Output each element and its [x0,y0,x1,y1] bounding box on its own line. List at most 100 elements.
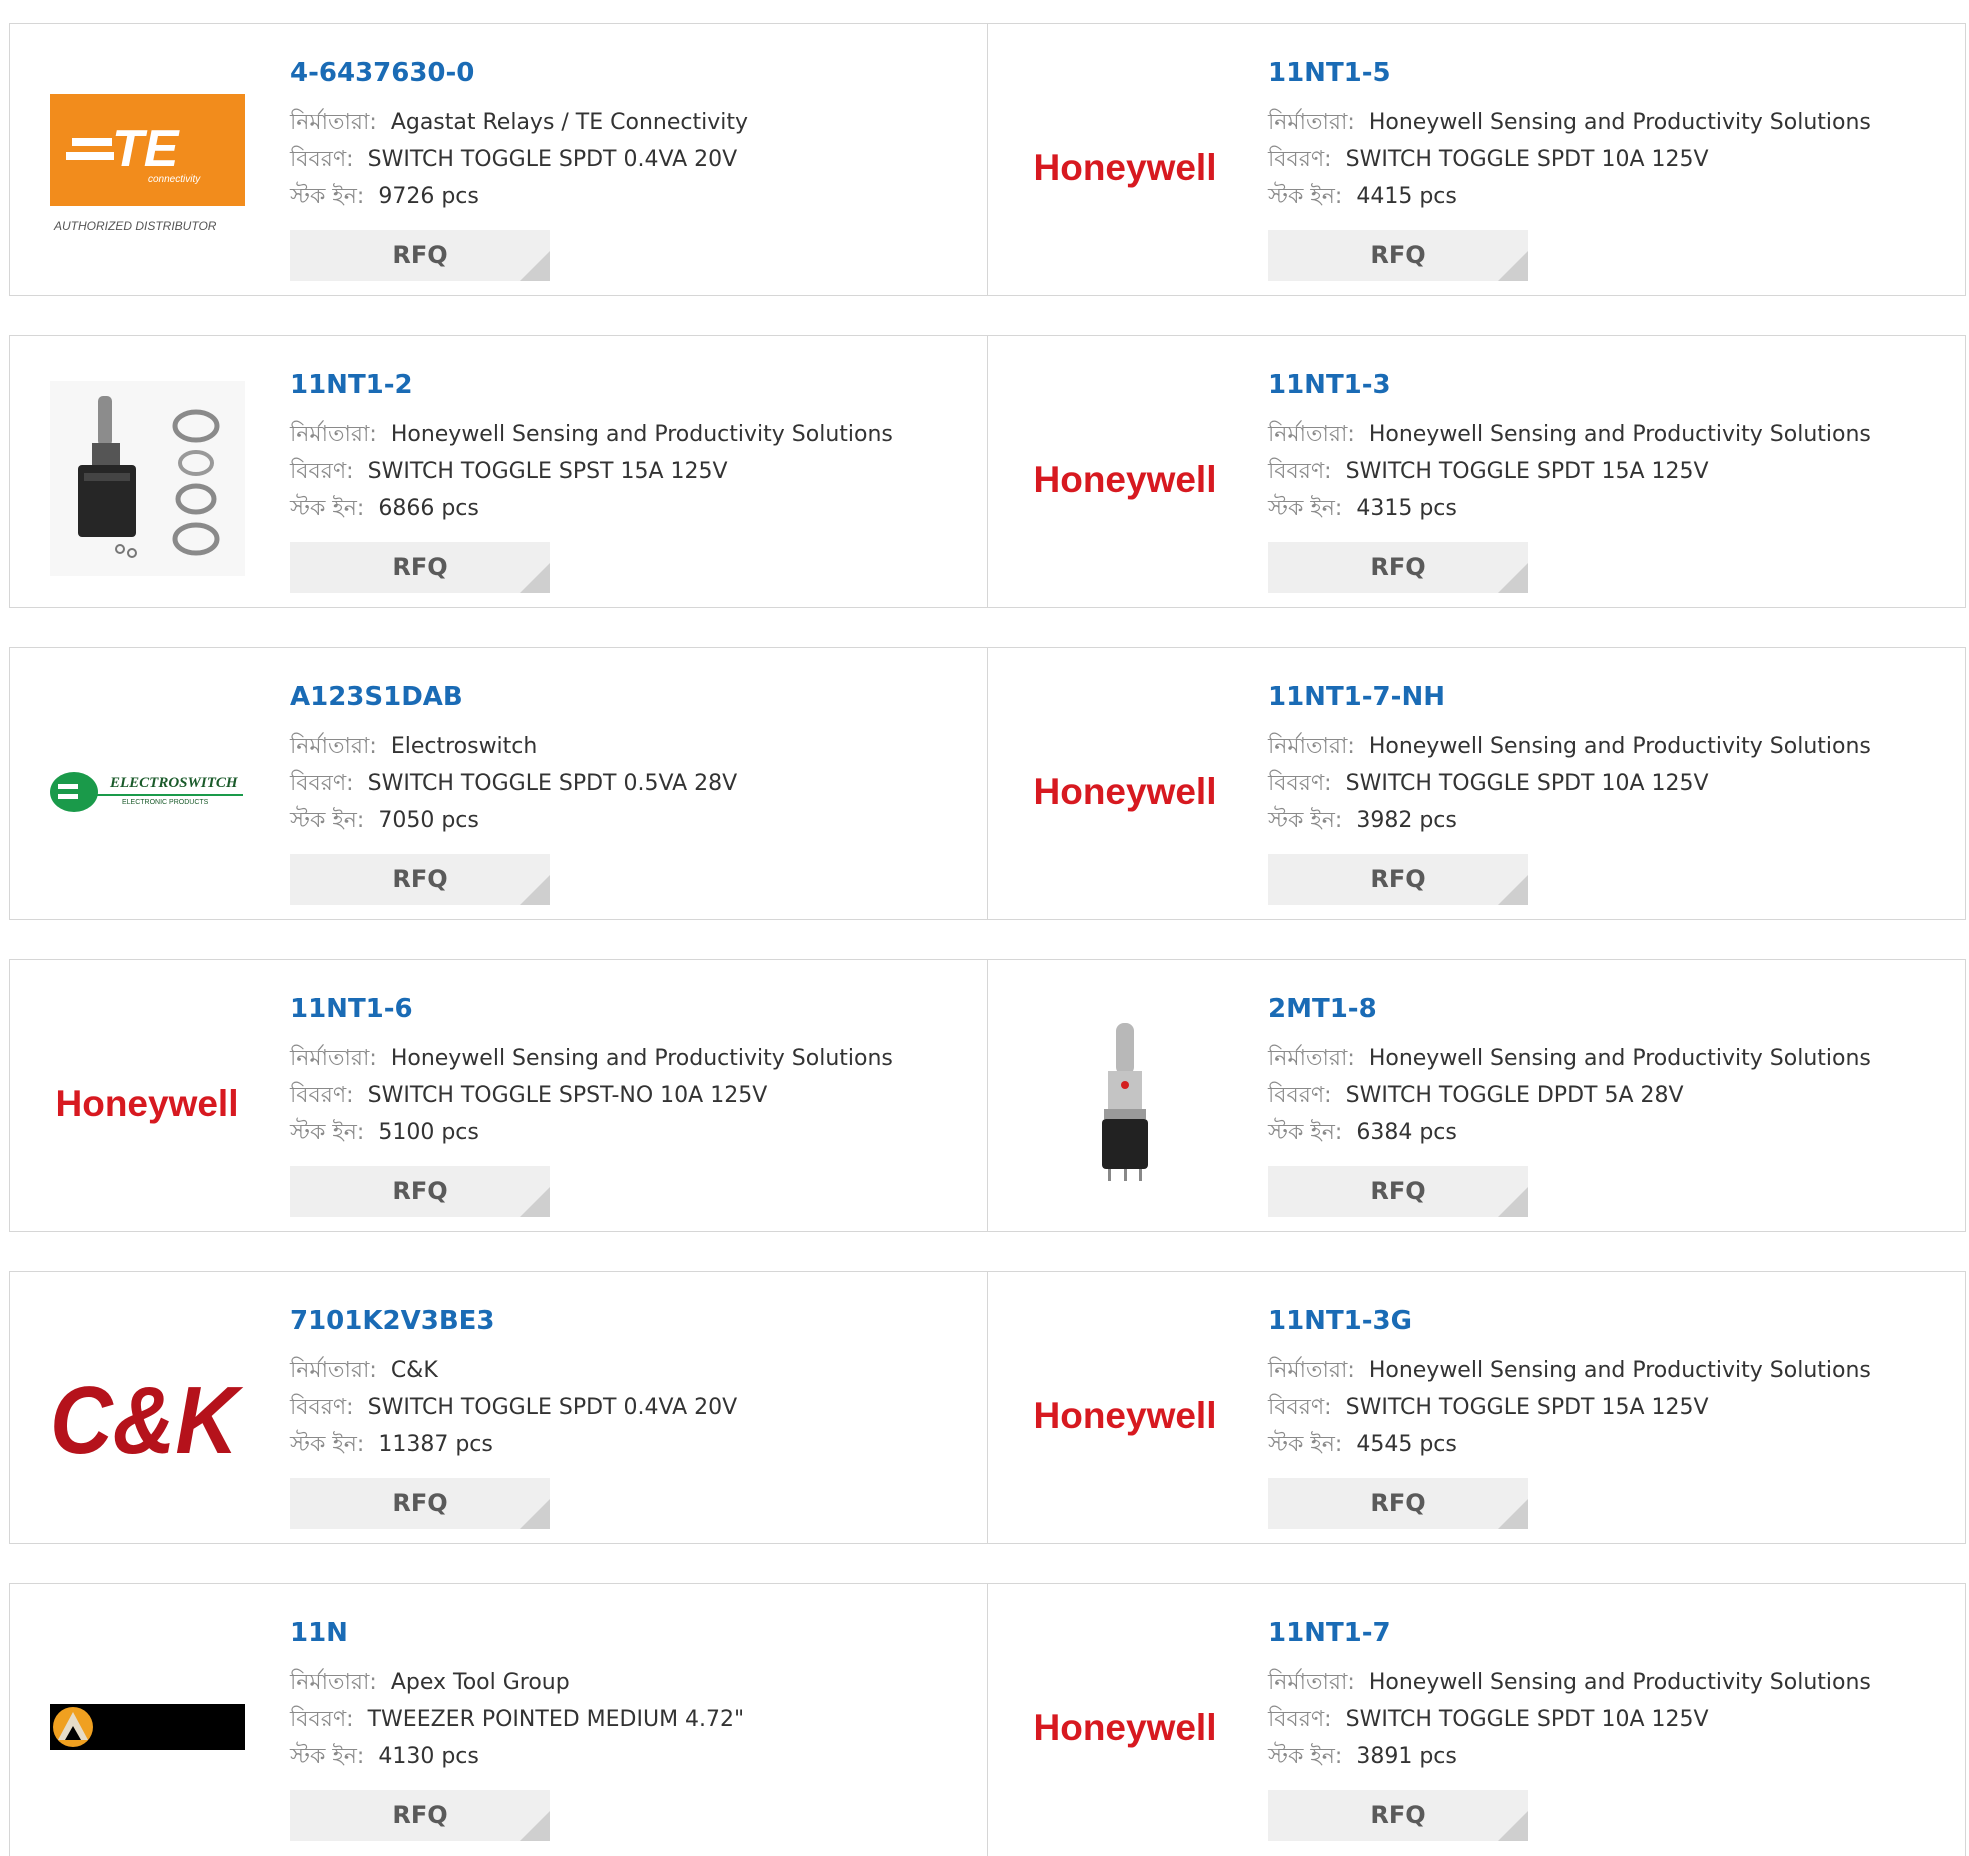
stock-label: স্টক ইন: [1268,1744,1343,1769]
part-number-link[interactable]: 11NT1-3 [1268,367,1871,403]
part-number-link[interactable]: 11N [290,1615,744,1651]
product-row: Honeywell 11NT1-6 নির্মাতারা: Honeywell S… [9,959,1966,1232]
description-line: বিবরণ: SWITCH TOGGLE SPDT 0.4VA 20V [290,141,748,178]
product-card: Honeywell 11NT1-5 নির্মাতারা: Honeywell S… [987,24,1965,295]
manufacturer-value: Honeywell Sensing and Productivity Solut… [1368,422,1871,447]
description-label: বিবরণ: [290,771,354,796]
description-line: বিবরণ: SWITCH TOGGLE SPST 15A 125V [290,453,893,490]
stock-line: স্টক ইন: 7050 pcs [290,802,737,839]
description-label: বিবরণ: [290,459,354,484]
stock-value: 9726 pcs [378,184,479,209]
part-number-link[interactable]: 11NT1-7 [1268,1615,1871,1651]
rfq-label: RFQ [392,1489,448,1517]
description-line: বিবরণ: SWITCH TOGGLE SPDT 0.5VA 28V [290,765,737,802]
svg-text:AUTHORIZED DISTRIBUTOR: AUTHORIZED DISTRIBUTOR [53,219,217,233]
electroswitch-logo: ELECTROSWITCH ELECTRONIC PRODUCTS [50,693,245,888]
product-card: ELECTROSWITCH ELECTRONIC PRODUCTS A123S1… [10,648,987,919]
description-value: SWITCH TOGGLE SPDT 15A 125V [1345,1395,1709,1420]
manufacturer-line: নির্মাতারা: Apex Tool Group [290,1664,744,1701]
part-number-link[interactable]: 11NT1-6 [290,991,893,1027]
part-number-link[interactable]: 11NT1-2 [290,367,893,403]
description-line: বিবরণ: SWITCH TOGGLE SPST-NO 10A 125V [290,1077,893,1114]
rfq-button[interactable]: RFQ [290,230,550,281]
description-line: বিবরণ: SWITCH TOGGLE SPDT 15A 125V [1268,453,1871,490]
corner-decoration [1498,1187,1528,1217]
manufacturer-line: নির্মাতারা: Honeywell Sensing and Product… [1268,728,1871,765]
stock-label: স্টক ইন: [290,496,365,521]
rfq-button[interactable]: RFQ [1268,1478,1528,1529]
product-info: 11NT1-2 নির্মাতারা: Honeywell Sensing and… [290,367,893,593]
stock-label: স্টক ইন: [1268,808,1343,833]
part-number-link[interactable]: 4-6437630-0 [290,55,748,91]
rfq-button[interactable]: RFQ [1268,542,1528,593]
rfq-button[interactable]: RFQ [290,1790,550,1841]
manufacturer-value: Honeywell Sensing and Productivity Solut… [390,422,893,447]
rfq-button[interactable]: RFQ [290,542,550,593]
stock-value: 4315 pcs [1356,496,1457,521]
logo-text: Honeywell [1034,459,1217,500]
toggle-switch-photo [1028,1005,1223,1200]
stock-value: 11387 pcs [378,1432,493,1457]
part-number-link[interactable]: 11NT1-7-NH [1268,679,1871,715]
svg-text:connectivity: connectivity [148,174,201,185]
product-grid: TE connectivity AUTHORIZED DISTRIBUTOR 4… [9,23,1966,1856]
honeywell-logo: Honeywell [1028,1629,1223,1824]
manufacturer-line: নির্মাতারা: Honeywell Sensing and Product… [1268,416,1871,453]
description-value: SWITCH TOGGLE SPDT 0.5VA 28V [367,771,738,796]
product-info: 11N নির্মাতারা: Apex Tool Group বিবরণ: TWE… [290,1615,744,1841]
logo-text: Honeywell [1034,1395,1217,1436]
product-row: 11N নির্মাতারা: Apex Tool Group বিবরণ: TWE… [9,1583,1966,1856]
rfq-button[interactable]: RFQ [290,854,550,905]
corner-decoration [1498,1499,1528,1529]
honeywell-logo: Honeywell [1028,1317,1223,1512]
rfq-button[interactable]: RFQ [1268,854,1528,905]
manufacturer-value: Apex Tool Group [390,1670,570,1695]
product-card: Honeywell 11NT1-7 নির্মাতারা: Honeywell S… [987,1584,1965,1856]
honeywell-logo: Honeywell [1028,69,1223,264]
logo-text: Honeywell [1034,771,1217,812]
svg-text:ELECTRONIC PRODUCTS: ELECTRONIC PRODUCTS [122,799,209,806]
rfq-button[interactable]: RFQ [290,1478,550,1529]
product-row: 11NT1-2 নির্মাতারা: Honeywell Sensing and… [9,335,1966,608]
corner-decoration [520,251,550,281]
description-label: বিবরণ: [1268,1707,1332,1732]
part-number-link[interactable]: 7101K2V3BE3 [290,1303,737,1339]
stock-value: 6384 pcs [1356,1120,1457,1145]
corner-decoration [520,1811,550,1841]
rfq-button[interactable]: RFQ [1268,1790,1528,1841]
part-number-link[interactable]: A123S1DAB [290,679,737,715]
product-card: C&K 7101K2V3BE3 নির্মাতারা: C&K বিবরণ: SWI… [10,1272,987,1543]
part-number-link[interactable]: 2MT1-8 [1268,991,1871,1027]
logo-text: Honeywell [56,1083,239,1124]
description-value: SWITCH TOGGLE DPDT 5A 28V [1345,1083,1684,1108]
rfq-button[interactable]: RFQ [290,1166,550,1217]
rfq-label: RFQ [392,1801,448,1829]
product-info: 7101K2V3BE3 নির্মাতারা: C&K বিবরণ: SWITCH … [290,1303,737,1529]
manufacturer-line: নির্মাতারা: Electroswitch [290,728,737,765]
part-number-link[interactable]: 11NT1-5 [1268,55,1871,91]
stock-label: স্টক ইন: [1268,1120,1343,1145]
logo-text: C&K [50,1367,244,1465]
manufacturer-label: নির্মাতারা: [290,1046,377,1071]
rfq-label: RFQ [392,1177,448,1205]
description-label: বিবরণ: [1268,147,1332,172]
rfq-label: RFQ [1370,1801,1426,1829]
product-card: 2MT1-8 নির্মাতারা: Honeywell Sensing and … [987,960,1965,1231]
stock-label: স্টক ইন: [290,1744,365,1769]
corner-decoration [520,563,550,593]
product-info: 11NT1-6 নির্মাতারা: Honeywell Sensing and… [290,991,893,1217]
rfq-label: RFQ [1370,241,1426,269]
manufacturer-label: নির্মাতারা: [290,1670,377,1695]
stock-line: স্টক ইন: 4130 pcs [290,1738,744,1775]
te-connectivity-logo: TE connectivity AUTHORIZED DISTRIBUTOR [50,69,245,264]
rfq-button[interactable]: RFQ [1268,1166,1528,1217]
manufacturer-line: নির্মাতারা: Agastat Relays / TE Connectiv… [290,104,748,141]
rfq-button[interactable]: RFQ [1268,230,1528,281]
product-card: Honeywell 11NT1-3G নির্মাতারা: Honeywell … [987,1272,1965,1543]
part-number-link[interactable]: 11NT1-3G [1268,1303,1871,1339]
stock-label: স্টক ইন: [290,1432,365,1457]
rfq-label: RFQ [1370,553,1426,581]
product-info: 2MT1-8 নির্মাতারা: Honeywell Sensing and … [1268,991,1871,1217]
manufacturer-value: Honeywell Sensing and Productivity Solut… [390,1046,893,1071]
manufacturer-label: নির্মাতারা: [1268,734,1355,759]
